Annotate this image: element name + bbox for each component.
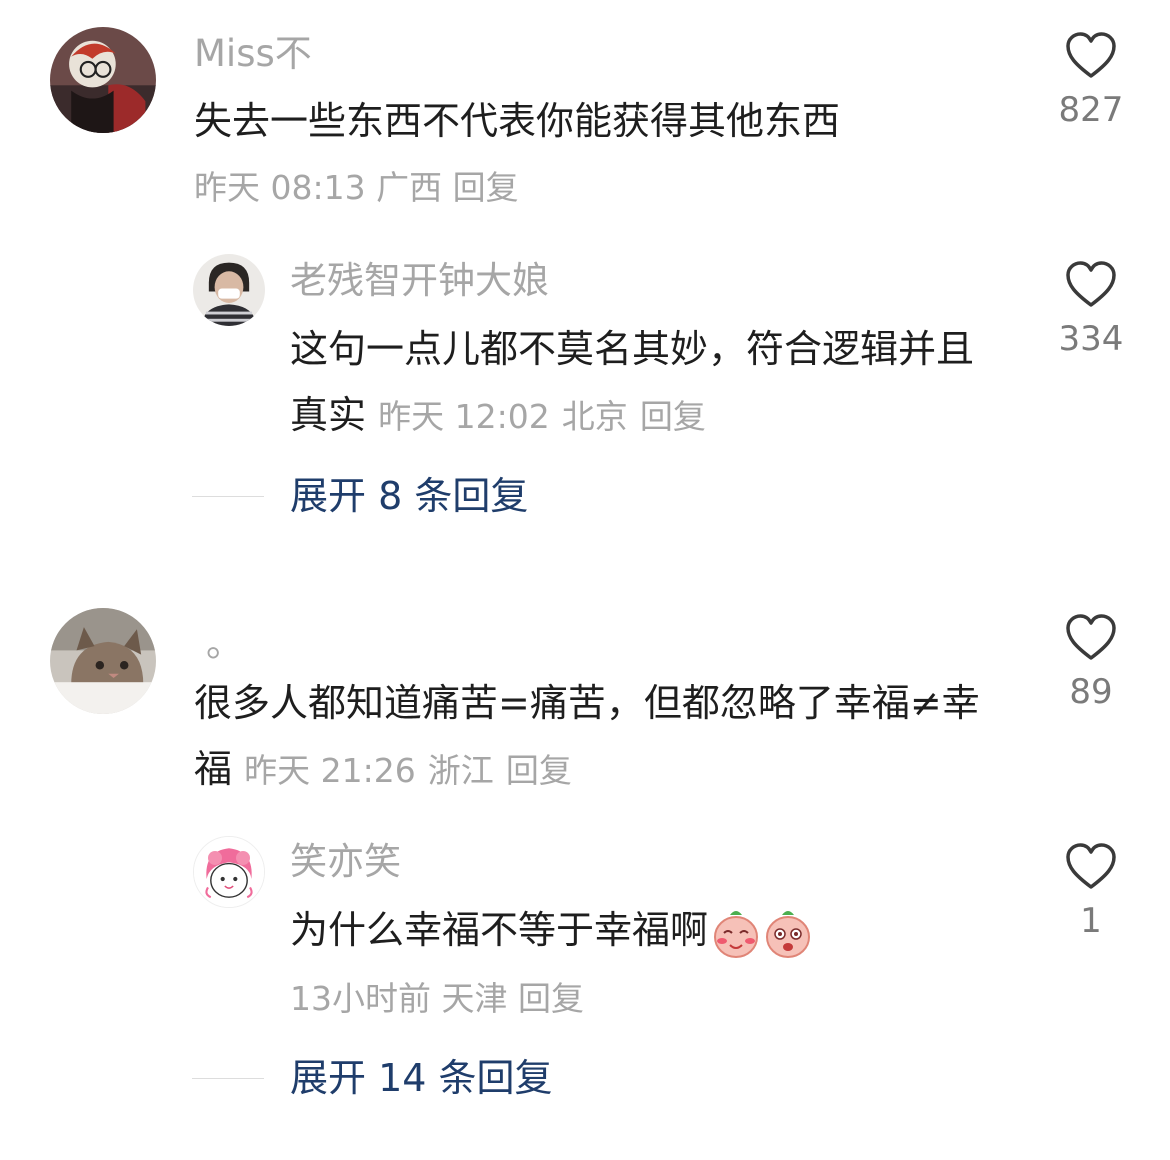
- like-count: 334: [1058, 319, 1124, 359]
- reply-text-body: 为什么幸福不等于幸福啊: [290, 908, 709, 952]
- heart-outline-icon: [1066, 843, 1116, 889]
- reply-button[interactable]: 回复: [640, 397, 706, 436]
- comment-text: 失去一些东西不代表你能获得其他东西: [194, 88, 1024, 154]
- comment-location: 浙江: [427, 751, 494, 790]
- heart-outline-icon: [1066, 614, 1116, 660]
- surprised-emoji: [766, 910, 811, 958]
- reply-username[interactable]: 老残智开钟大娘: [290, 259, 549, 303]
- expand-replies[interactable]: 展开 14 条回复: [192, 1056, 553, 1100]
- reply-text: 这句一点儿都不莫名其妙，符合逻辑并且真实 昨天 12:02 北京 回复: [290, 316, 990, 450]
- reply-username[interactable]: 笑亦笑: [290, 840, 401, 884]
- avatar[interactable]: [193, 836, 265, 908]
- like-button[interactable]: 1: [1046, 843, 1136, 941]
- avatar[interactable]: [50, 608, 156, 714]
- like-count: 1: [1080, 901, 1102, 941]
- like-button[interactable]: 334: [1046, 261, 1136, 359]
- comment-time: 昨天 21:26: [244, 751, 416, 790]
- reply-button[interactable]: 回复: [518, 979, 584, 1018]
- reply-meta: 13小时前 天津 回复: [290, 979, 584, 1019]
- comment-text-body: 失去一些东西不代表你能获得其他东西: [194, 99, 841, 143]
- reply-text: 为什么幸福不等于幸福啊: [290, 897, 1010, 963]
- avatar-image: [193, 254, 265, 326]
- expand-replies-label[interactable]: 展开 8 条回复: [290, 474, 528, 518]
- heart-outline-icon: [1066, 261, 1116, 307]
- reply-button[interactable]: 回复: [453, 168, 519, 207]
- bashful-emoji: [714, 910, 759, 958]
- divider: [192, 495, 264, 497]
- comment-username[interactable]: 。: [206, 622, 243, 666]
- avatar-image: [50, 608, 156, 714]
- like-button[interactable]: 827: [1046, 32, 1136, 130]
- avatar-image: [50, 27, 156, 133]
- avatar[interactable]: [50, 27, 156, 133]
- divider: [192, 1077, 264, 1079]
- expand-replies-label[interactable]: 展开 14 条回复: [290, 1056, 553, 1100]
- comment-location: 广西: [376, 168, 443, 207]
- like-button[interactable]: 89: [1046, 614, 1136, 712]
- avatar[interactable]: [193, 254, 265, 326]
- avatar-image: [194, 837, 264, 907]
- reply-location: 北京: [561, 397, 628, 436]
- comment-text: 很多人都知道痛苦=痛苦，但都忽略了幸福≠幸福 昨天 21:26 浙江 回复: [194, 670, 994, 804]
- expand-replies[interactable]: 展开 8 条回复: [192, 474, 528, 518]
- reply-location: 天津: [441, 979, 508, 1018]
- comment-username[interactable]: Miss不: [194, 32, 312, 76]
- reply-time: 昨天 12:02: [378, 397, 550, 436]
- comment-meta: 昨天 08:13 广西 回复: [194, 168, 519, 208]
- reply-time: 13小时前: [290, 979, 431, 1018]
- like-count: 827: [1058, 90, 1124, 130]
- reply-button[interactable]: 回复: [506, 751, 572, 790]
- like-count: 89: [1069, 672, 1113, 712]
- heart-outline-icon: [1066, 32, 1116, 78]
- comment-time: 昨天 08:13: [194, 168, 366, 207]
